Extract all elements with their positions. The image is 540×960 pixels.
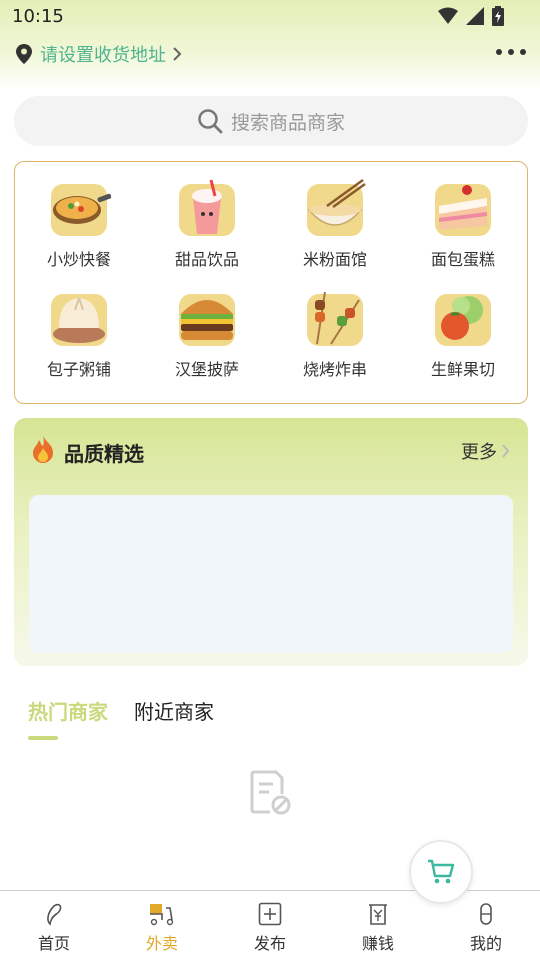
status-time: 10:15 (12, 6, 64, 27)
more-options-button[interactable] (496, 42, 526, 62)
fruit-icon (435, 294, 491, 346)
home-icon (47, 903, 62, 926)
skewer-icon (307, 291, 363, 346)
address-text: 请设置收货地址 (40, 45, 166, 66)
quality-title: 品质精选 (64, 442, 144, 466)
category-skewers[interactable]: 烧烤炸串 (271, 286, 399, 380)
signal-icon (466, 7, 484, 25)
quality-more-link[interactable]: 更多 (461, 438, 510, 464)
tabbar-item-earn[interactable]: 赚钱 (324, 891, 432, 960)
quality-content-panel (29, 495, 513, 653)
chevron-right-icon (173, 47, 182, 61)
category-label: 烧烤炸串 (302, 360, 367, 379)
category-label: 小炒快餐 (46, 250, 111, 269)
category-noodles[interactable]: 米粉面馆 (271, 176, 399, 270)
search-bar[interactable]: 搜索商品商家 (14, 96, 528, 146)
cart-icon (428, 859, 455, 884)
category-label: 米粉面馆 (302, 250, 367, 269)
burger-icon (179, 294, 235, 346)
profile-icon (480, 903, 492, 925)
search-placeholder: 搜索商品商家 (230, 111, 345, 134)
tabbar-label: 外卖 (145, 934, 178, 953)
fire-icon (33, 435, 53, 463)
address-selector[interactable]: 请设置收货地址 (16, 40, 182, 68)
dot-icon (496, 49, 502, 55)
category-buns[interactable]: 包子粥铺 (15, 286, 143, 380)
tabbar-item-delivery[interactable]: 外卖 (108, 891, 216, 960)
search-icon (198, 109, 223, 134)
empty-state-icon (250, 770, 291, 815)
category-fruits[interactable]: 生鲜果切 (399, 286, 527, 380)
tab-nearby-merchants[interactable]: 附近商家 (134, 696, 214, 725)
category-drinks[interactable]: 甜品饮品 (143, 176, 271, 270)
dot-icon (508, 49, 514, 55)
category-label: 生鲜果切 (430, 360, 495, 379)
battery-icon (492, 6, 504, 26)
category-grid: 小炒快餐 甜品饮品 米粉面馆 面包蛋糕 包子粥铺 汉堡披萨 烧烤炸串 生鲜果切 (14, 161, 528, 404)
status-icons (438, 6, 504, 26)
category-label: 面包蛋糕 (430, 250, 495, 269)
active-tab-indicator (28, 736, 58, 740)
earn-icon (369, 904, 387, 925)
location-pin-icon (16, 44, 32, 64)
tabbar-item-home[interactable]: 首页 (0, 891, 108, 960)
category-label: 包子粥铺 (46, 360, 111, 379)
tabbar-label: 我的 (469, 934, 502, 953)
cart-button[interactable] (409, 840, 473, 904)
quality-picks-section: 品质精选 更多 (14, 418, 528, 666)
bun-icon (51, 294, 107, 346)
wifi-icon (438, 7, 458, 24)
bottom-tab-bar: 首页 外卖 发布 赚钱 我的 (0, 890, 540, 960)
stir-fry-icon (51, 184, 111, 236)
category-burgers[interactable]: 汉堡披萨 (143, 286, 271, 380)
tabbar-item-publish[interactable]: 发布 (216, 891, 324, 960)
cake-icon (435, 184, 491, 236)
status-bar: 10:15 (0, 0, 540, 34)
category-label: 汉堡披萨 (174, 360, 239, 379)
more-label: 更多 (461, 442, 497, 463)
category-label: 甜品饮品 (174, 250, 239, 269)
category-stir-fry[interactable]: 小炒快餐 (15, 176, 143, 270)
tab-hot-merchants[interactable]: 热门商家 (28, 696, 108, 725)
delivery-icon (150, 904, 174, 926)
tabbar-label: 赚钱 (361, 934, 394, 953)
merchant-tabs: 热门商家 附近商家 (28, 696, 214, 725)
drink-icon (179, 179, 235, 236)
noodle-icon (307, 178, 366, 236)
dot-icon (520, 49, 526, 55)
publish-icon (258, 902, 282, 926)
category-cakes[interactable]: 面包蛋糕 (399, 176, 527, 270)
chevron-right-icon (502, 444, 510, 458)
tabbar-label: 首页 (37, 934, 70, 953)
tabbar-label: 发布 (253, 934, 286, 953)
